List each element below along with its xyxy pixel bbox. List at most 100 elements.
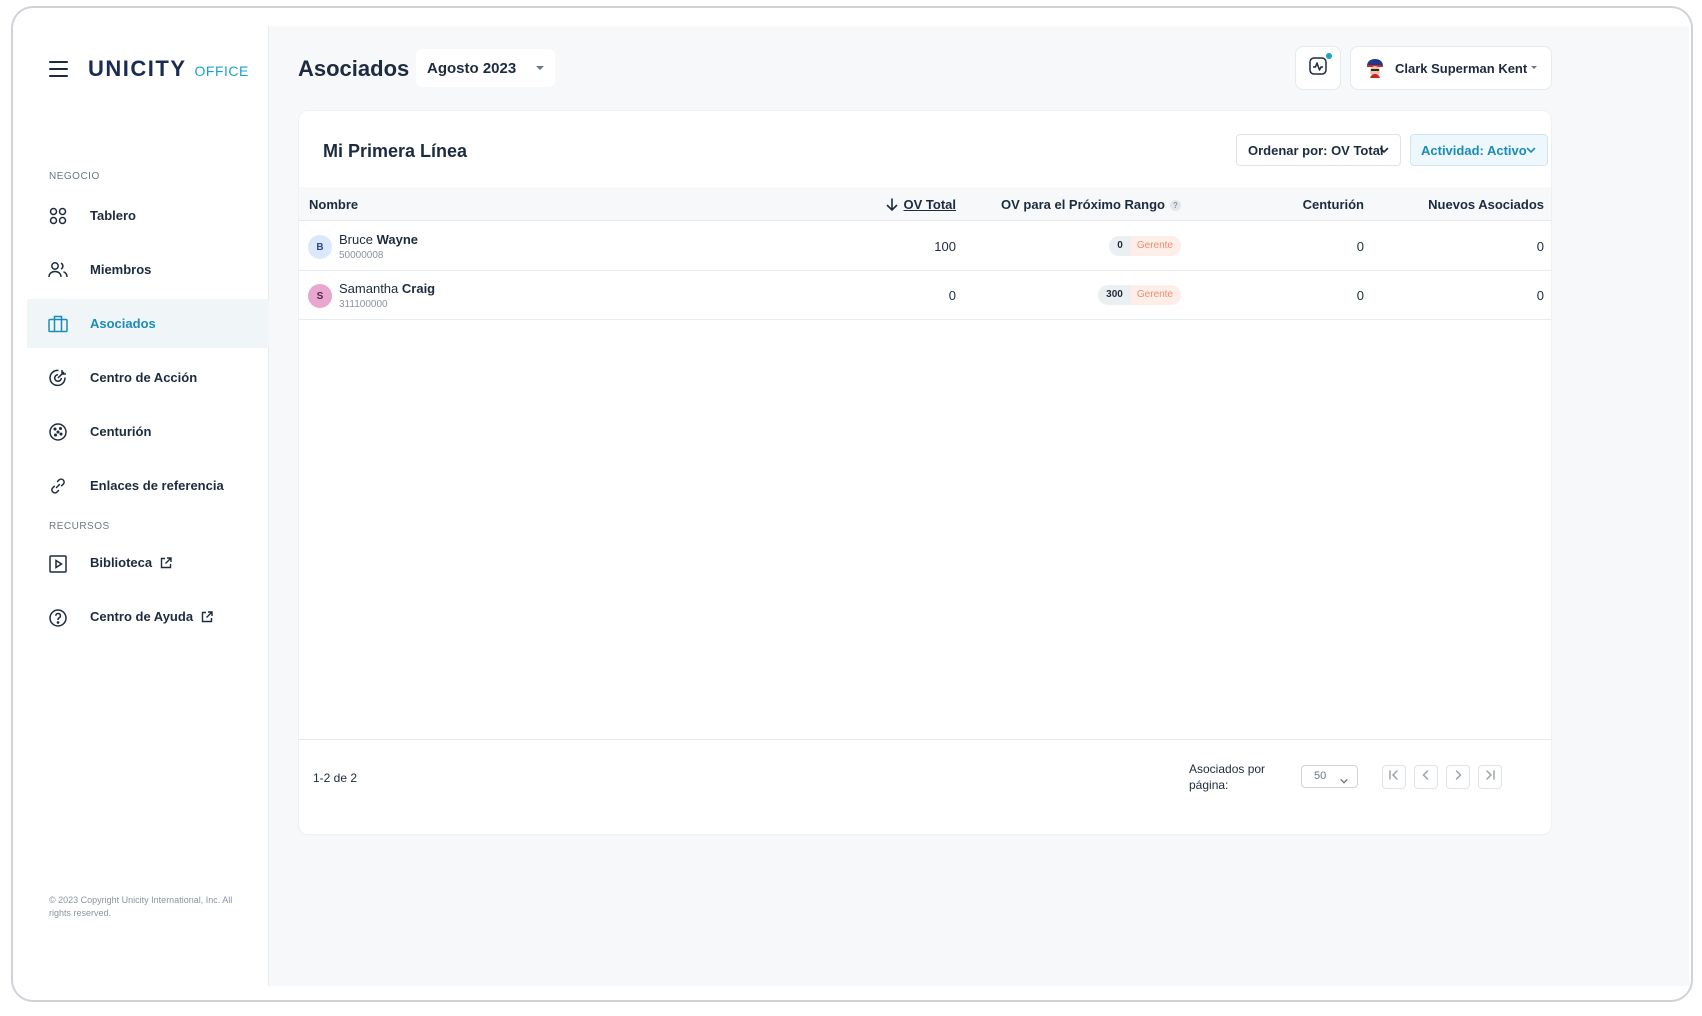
sidebar-item-text: Centro de Ayuda	[90, 609, 194, 624]
associate-id: 50000008	[339, 250, 384, 261]
caret-down-icon	[1531, 66, 1537, 69]
column-header-ov-total[interactable]: OV Total	[886, 197, 956, 214]
period-select[interactable]: Agosto 2023	[416, 49, 555, 87]
sidebar-item-enlaces-de-referencia[interactable]: Enlaces de referencia	[27, 461, 269, 510]
per-page-select[interactable]: 50	[1301, 765, 1358, 788]
table-row[interactable]: S Samantha Craig 311100000 0 300 Gerente…	[299, 271, 1551, 320]
activity-filter-dropdown[interactable]: Actividad: Activo	[1410, 134, 1548, 166]
column-header-name[interactable]: Nombre	[309, 197, 358, 212]
help-tooltip-icon[interactable]: ?	[1170, 200, 1181, 211]
last-page-icon	[1484, 768, 1496, 786]
table-header: Nombre OV Total OV para el Próximo Rango…	[299, 187, 1551, 221]
last-page-button[interactable]	[1478, 765, 1502, 789]
hamburger-menu-icon[interactable]	[49, 61, 69, 77]
user-menu-button[interactable]: Clark Superman Kent	[1350, 46, 1552, 90]
device-frame: UNICITY OFFICE NEGOCIO Tablero Miembros	[11, 6, 1693, 1002]
centurion-value: 0	[1356, 239, 1364, 254]
per-page-label: Asociados por página:	[1189, 762, 1266, 792]
sidebar-item-label: Enlaces de referencia	[90, 478, 224, 493]
sidebar-item-biblioteca[interactable]: Biblioteca	[27, 539, 269, 588]
column-header-new-associates[interactable]: Nuevos Asociados	[1428, 197, 1544, 212]
last-name: Wayne	[376, 232, 419, 247]
section-label-recursos: RECURSOS	[49, 521, 110, 532]
external-link-icon	[160, 557, 172, 572]
chevron-down-icon	[1339, 773, 1349, 794]
briefcase-icon	[47, 313, 69, 335]
next-rank-pill: 300 Gerente	[1098, 285, 1181, 305]
next-rank-pill: 0 Gerente	[1109, 236, 1181, 256]
sidebar-item-label: Centurión	[90, 424, 152, 439]
sidebar-item-label: Miembros	[90, 262, 152, 277]
sidebar-item-centro-de-ayuda[interactable]: Centro de Ayuda	[27, 593, 269, 642]
arrow-down-icon	[886, 198, 898, 214]
user-avatar	[1363, 57, 1387, 81]
play-icon	[47, 553, 69, 575]
column-header-ov-total-label: OV Total	[903, 197, 956, 212]
app-screen: UNICITY OFFICE NEGOCIO Tablero Miembros	[27, 26, 1689, 986]
avatar: B	[308, 235, 332, 259]
chevron-down-icon	[1378, 144, 1390, 159]
sidebar-item-label: Centro de Acción	[90, 370, 198, 385]
sidebar-item-label: Centro de Ayuda	[90, 609, 213, 626]
chevron-down-icon	[1525, 144, 1537, 159]
external-link-icon	[201, 611, 213, 626]
sidebar-item-asociados[interactable]: Asociados	[27, 299, 269, 348]
sidebar-item-text: Biblioteca	[90, 555, 153, 570]
activity-filter-label: Actividad: Activo	[1421, 142, 1527, 158]
sidebar-item-label: Biblioteca	[90, 555, 172, 572]
page-title: Asociados	[298, 56, 410, 81]
logo[interactable]: UNICITY OFFICE	[88, 56, 249, 82]
sidebar-item-label: Asociados	[90, 316, 156, 331]
sort-dropdown-label: Ordenar por: OV Total	[1248, 142, 1384, 158]
sidebar-item-centro-de-accion[interactable]: Centro de Acción	[27, 353, 269, 402]
associate-name: Samantha Craig	[339, 281, 435, 296]
new-associates-value: 0	[1536, 288, 1544, 303]
logo-wordmark: UNICITY	[88, 56, 187, 81]
previous-page-button[interactable]	[1414, 765, 1438, 789]
chevron-left-icon	[1420, 768, 1432, 786]
first-name: Samantha	[339, 281, 399, 296]
ov-next-rank-value: 0	[1109, 236, 1131, 256]
card-title: Mi Primera Línea	[323, 141, 468, 161]
next-rank-label: Gerente	[1130, 236, 1181, 256]
section-label-negocio: NEGOCIO	[49, 171, 100, 182]
sidebar-item-centurion[interactable]: Centurión	[27, 407, 269, 456]
first-page-icon	[1388, 768, 1400, 786]
chevron-right-icon	[1452, 768, 1464, 786]
copyright-text: © 2023 Copyright Unicity International, …	[49, 895, 233, 918]
sidebar-item-tablero[interactable]: Tablero	[27, 191, 269, 240]
table-row[interactable]: B Bruce Wayne 50000008 100 0 Gerente 0 0	[299, 222, 1551, 271]
column-header-centurion[interactable]: Centurión	[1303, 197, 1364, 212]
associate-name: Bruce Wayne	[339, 232, 418, 247]
next-rank-label: Gerente	[1130, 285, 1181, 305]
column-header-ov-next-rank[interactable]: OV para el Próximo Rango?	[1001, 197, 1181, 212]
period-select-value: Agosto 2023	[427, 59, 517, 77]
column-header-ov-next-rank-label: OV para el Próximo Rango	[1001, 197, 1165, 212]
avatar: S	[308, 284, 332, 308]
per-page-value: 50	[1314, 770, 1327, 782]
sidebar-item-miembros[interactable]: Miembros	[27, 245, 269, 294]
ov-total-value: 0	[948, 288, 956, 303]
sidebar: UNICITY OFFICE NEGOCIO Tablero Miembros	[27, 26, 269, 986]
ov-total-value: 100	[934, 239, 956, 254]
user-name: Clark Superman Kent	[1395, 60, 1528, 76]
help-icon	[47, 607, 69, 629]
associate-id: 311100000	[339, 299, 388, 310]
sidebar-item-label: Tablero	[90, 208, 136, 223]
sort-dropdown[interactable]: Ordenar por: OV Total	[1236, 134, 1401, 166]
link-icon	[47, 475, 69, 497]
activity-button[interactable]	[1295, 46, 1341, 90]
logo-product: OFFICE	[194, 63, 249, 79]
first-page-button[interactable]	[1382, 765, 1406, 789]
target-icon	[47, 367, 69, 389]
members-icon	[47, 259, 69, 281]
next-page-button[interactable]	[1446, 765, 1470, 789]
pagination-footer: 1-2 de 2 Asociados por página: 50	[299, 739, 1551, 834]
centurion-value: 0	[1356, 288, 1364, 303]
first-name: Bruce	[339, 232, 373, 247]
notification-dot	[1326, 53, 1332, 59]
pagination-range: 1-2 de 2	[313, 771, 358, 785]
last-name: Craig	[401, 281, 436, 296]
caret-down-icon	[536, 66, 544, 70]
first-line-card: Mi Primera Línea Ordenar por: OV Total A…	[298, 110, 1552, 835]
